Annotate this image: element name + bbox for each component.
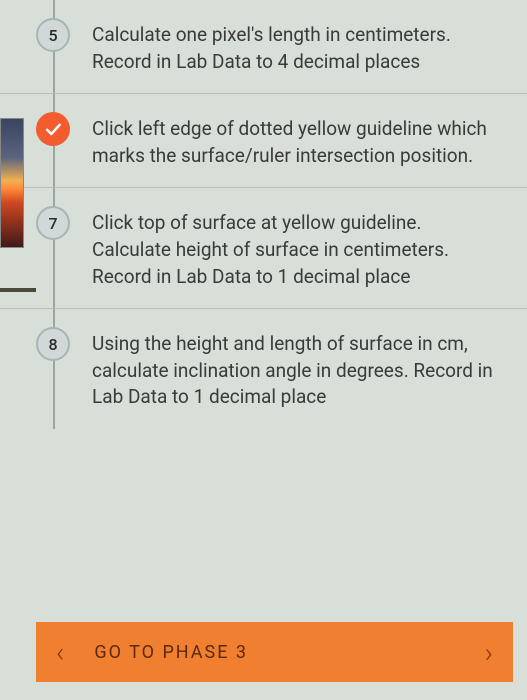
step-number-badge: 7 <box>36 206 70 240</box>
go-to-phase-button[interactable]: ‹ GO TO PHASE 3 › <box>36 622 513 682</box>
step-text: Click top of surface at yellow guideline… <box>92 206 507 290</box>
step-number-badge: 8 <box>36 327 70 361</box>
phase-button-label: GO TO PHASE 3 <box>64 642 484 663</box>
step-8: 8 Using the height and length of surface… <box>0 309 527 429</box>
ruler-mark <box>0 288 36 292</box>
step-5: 5 Calculate one pixel's length in centim… <box>0 0 527 94</box>
checkmark-icon <box>36 112 70 146</box>
step-text: Using the height and length of surface i… <box>92 327 507 411</box>
step-text: Click left edge of dotted yellow guideli… <box>92 112 507 169</box>
step-text: Calculate one pixel's length in centimet… <box>92 18 507 75</box>
chevron-right-icon: › <box>485 636 493 669</box>
step-number-badge: 5 <box>36 18 70 52</box>
step-7: 7 Click top of surface at yellow guideli… <box>0 188 527 309</box>
step-6-completed: Click left edge of dotted yellow guideli… <box>0 94 527 188</box>
chevron-left-icon: ‹ <box>56 636 64 669</box>
preview-thumbnail <box>0 118 24 248</box>
